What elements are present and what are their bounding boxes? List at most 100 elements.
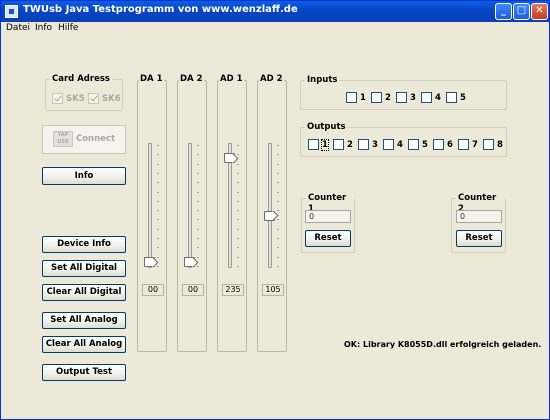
menu-info[interactable]: Info — [35, 23, 52, 33]
slider-tick — [157, 163, 159, 165]
outputs-checkbox-label: 5 — [422, 139, 428, 150]
slider-value-da2: 00 — [182, 284, 204, 296]
slider-tick — [157, 154, 159, 156]
slider-value-ad1: 235 — [222, 284, 244, 296]
slider-tick — [197, 228, 199, 230]
slider-tick — [277, 145, 279, 146]
set-all-analog-button[interactable]: Set All Analog — [42, 312, 126, 329]
sk5-label: SK5 — [66, 93, 85, 104]
slider-track[interactable] — [148, 143, 152, 268]
slider-tick — [157, 145, 159, 146]
output-test-button[interactable]: Output Test — [42, 364, 126, 381]
sk5-checkbox[interactable]: SK5 — [52, 93, 85, 104]
outputs-checkbox-6[interactable]: 6 — [433, 139, 453, 150]
info-button[interactable]: Info — [42, 167, 126, 185]
slider-tick — [157, 172, 159, 174]
inputs-checkbox-box[interactable] — [396, 92, 407, 103]
slider-label-ad2: AD 2 — [259, 74, 284, 84]
inputs-checkbox-box[interactable] — [346, 92, 357, 103]
slider-tick — [237, 182, 239, 184]
slider-tick — [197, 256, 199, 258]
slider-tick — [277, 163, 279, 165]
outputs-checkbox-box[interactable] — [308, 139, 319, 150]
slider-tick — [277, 182, 279, 184]
slider-tick — [277, 191, 279, 193]
inputs-checkbox-3[interactable]: 3 — [396, 92, 416, 103]
slider-tick — [197, 172, 199, 174]
slider-panel-da1: DA 1 00 — [137, 74, 167, 352]
slider-tick — [157, 182, 159, 184]
outputs-title: Outputs — [305, 122, 348, 133]
slider-tick — [197, 210, 199, 212]
slider-tick — [277, 256, 279, 258]
slider-tick — [157, 256, 159, 258]
outputs-checkbox-label: 7 — [472, 139, 478, 150]
main-window: TWUsb Java Testprogramm von www.wenzlaff… — [0, 0, 550, 420]
slider-tick — [197, 238, 199, 240]
outputs-checkbox-box[interactable] — [433, 139, 444, 150]
outputs-checkbox-7[interactable]: 7 — [458, 139, 478, 150]
outputs-checkbox-1[interactable]: 1 — [308, 138, 329, 151]
counter2-field: 0 — [456, 210, 502, 223]
inputs-checkbox-2[interactable]: 2 — [371, 92, 391, 103]
close-button[interactable]: ✕ — [531, 3, 548, 20]
minimize-button[interactable]: _ — [495, 3, 512, 20]
slider-value-da1: 00 — [142, 284, 164, 296]
inputs-title: Inputs — [305, 75, 340, 86]
slider-track[interactable] — [268, 143, 272, 268]
slider-tick — [277, 154, 279, 156]
counter2-reset-button[interactable]: Reset — [456, 230, 502, 247]
inputs-checkbox-box[interactable] — [446, 92, 457, 103]
menu-datei[interactable]: Datei — [6, 23, 30, 33]
maximize-button[interactable]: □ — [513, 3, 530, 20]
slider-track[interactable] — [188, 143, 192, 268]
slider-tick — [197, 219, 199, 221]
counter2-group: Counter 2 0 Reset — [451, 193, 506, 253]
outputs-checkbox-8[interactable]: 8 — [483, 139, 503, 150]
outputs-checkbox-box[interactable] — [483, 139, 494, 150]
slider-tick — [237, 228, 239, 230]
counter1-reset-button[interactable]: Reset — [305, 230, 351, 247]
inputs-checkbox-box[interactable] — [421, 92, 432, 103]
outputs-checkbox-box[interactable] — [383, 139, 394, 150]
card-address-group: Card Adress SK5 SK6 — [45, 74, 123, 111]
sk6-checkbox-box[interactable] — [88, 93, 99, 104]
outputs-checkbox-box[interactable] — [458, 139, 469, 150]
slider-tick — [237, 219, 239, 221]
outputs-checkbox-5[interactable]: 5 — [408, 139, 428, 150]
outputs-group: Outputs 1 2 3 4 5 6 7 8 — [300, 122, 507, 157]
slider-tick — [237, 266, 239, 267]
set-all-digital-button[interactable]: Set All Digital — [42, 260, 126, 277]
sk6-checkbox[interactable]: SK6 — [88, 93, 121, 104]
clear-all-analog-button[interactable]: Clear All Analog — [42, 336, 126, 353]
usb-icon: TAP USB — [52, 130, 73, 147]
connect-label: Connect — [75, 134, 116, 144]
outputs-checkbox-box[interactable] — [333, 139, 344, 150]
slider-tick — [237, 238, 239, 240]
slider-tick — [277, 219, 279, 221]
inputs-checkbox-4[interactable]: 4 — [421, 92, 441, 103]
title-bar[interactable]: TWUsb Java Testprogramm von www.wenzlaff… — [1, 1, 549, 22]
slider-tick — [197, 154, 199, 156]
outputs-checkbox-box[interactable] — [358, 139, 369, 150]
inputs-checkbox-1[interactable]: 1 — [346, 92, 366, 103]
outputs-checkbox-box[interactable] — [408, 139, 419, 150]
slider-label-ad1: AD 1 — [219, 74, 244, 84]
menu-bar: Datei Info Hilfe — [1, 22, 549, 37]
inputs-checkbox-5[interactable]: 5 — [446, 92, 466, 103]
slider-tick — [237, 200, 239, 202]
clear-all-digital-button[interactable]: Clear All Digital — [42, 284, 126, 301]
slider-tick — [157, 247, 159, 249]
outputs-checkbox-4[interactable]: 4 — [383, 139, 403, 150]
connect-button[interactable]: TAP USB Connect — [42, 125, 126, 154]
outputs-checkbox-3[interactable]: 3 — [358, 139, 378, 150]
slider-tick — [157, 238, 159, 240]
outputs-checkbox-label: 8 — [497, 139, 503, 150]
inputs-checkbox-box[interactable] — [371, 92, 382, 103]
outputs-checkbox-2[interactable]: 2 — [333, 139, 353, 150]
slider-tick — [237, 145, 239, 146]
sk5-checkbox-box[interactable] — [52, 93, 63, 104]
inputs-checkbox-label: 2 — [385, 92, 391, 103]
device-info-button[interactable]: Device Info — [42, 236, 126, 253]
menu-hilfe[interactable]: Hilfe — [58, 23, 78, 33]
